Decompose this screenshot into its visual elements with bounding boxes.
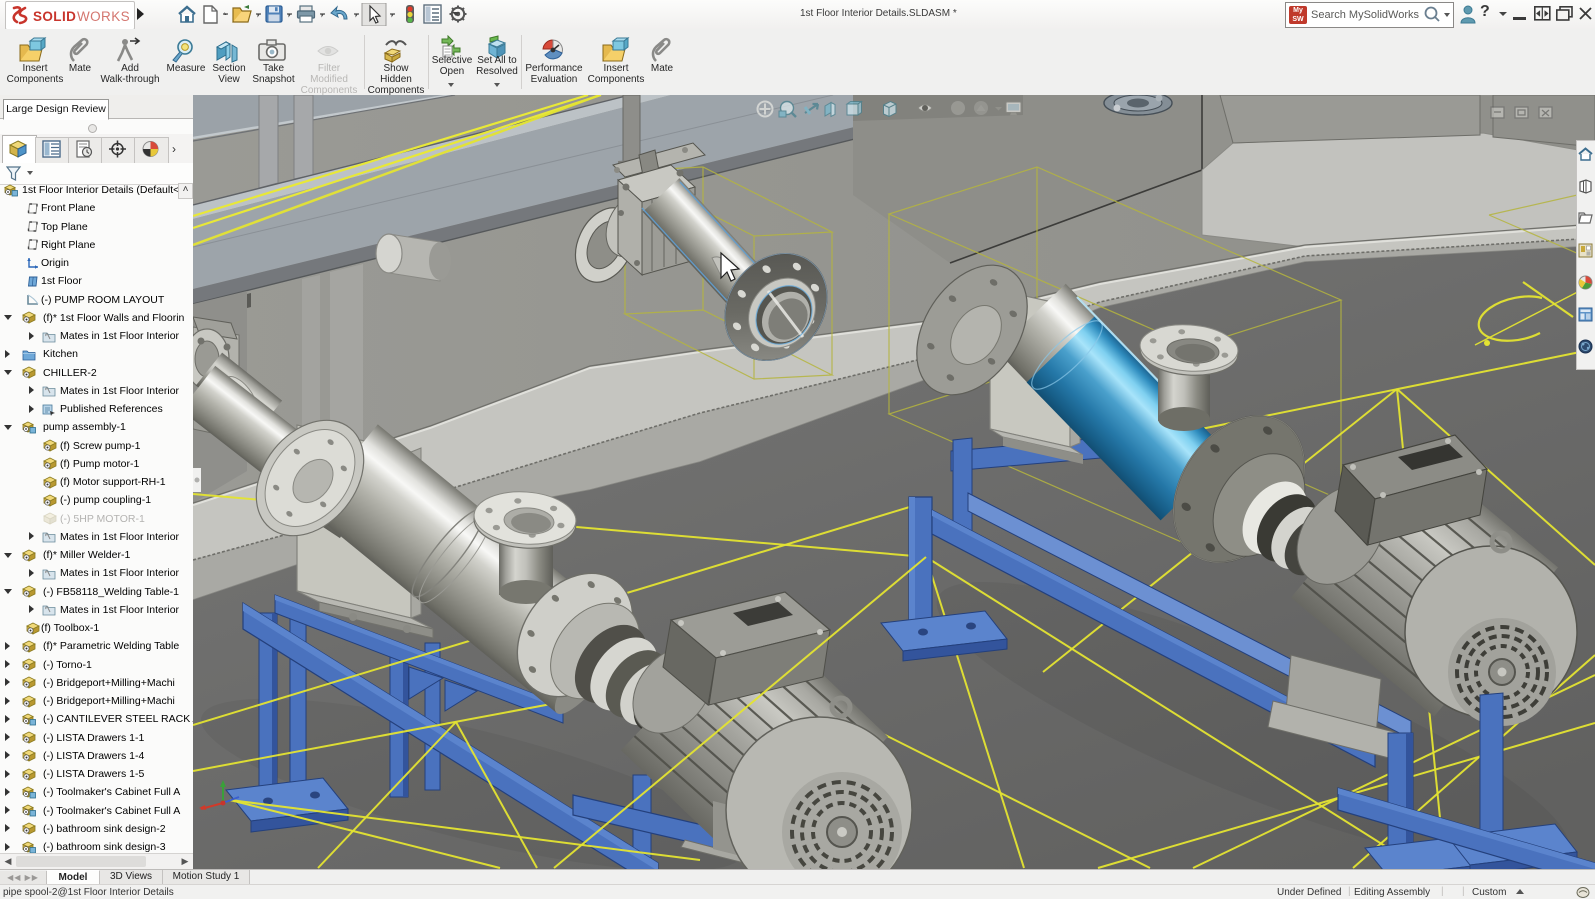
svg-text:WORKS: WORKS: [77, 9, 130, 24]
svg-text:SOLID: SOLID: [33, 9, 76, 24]
